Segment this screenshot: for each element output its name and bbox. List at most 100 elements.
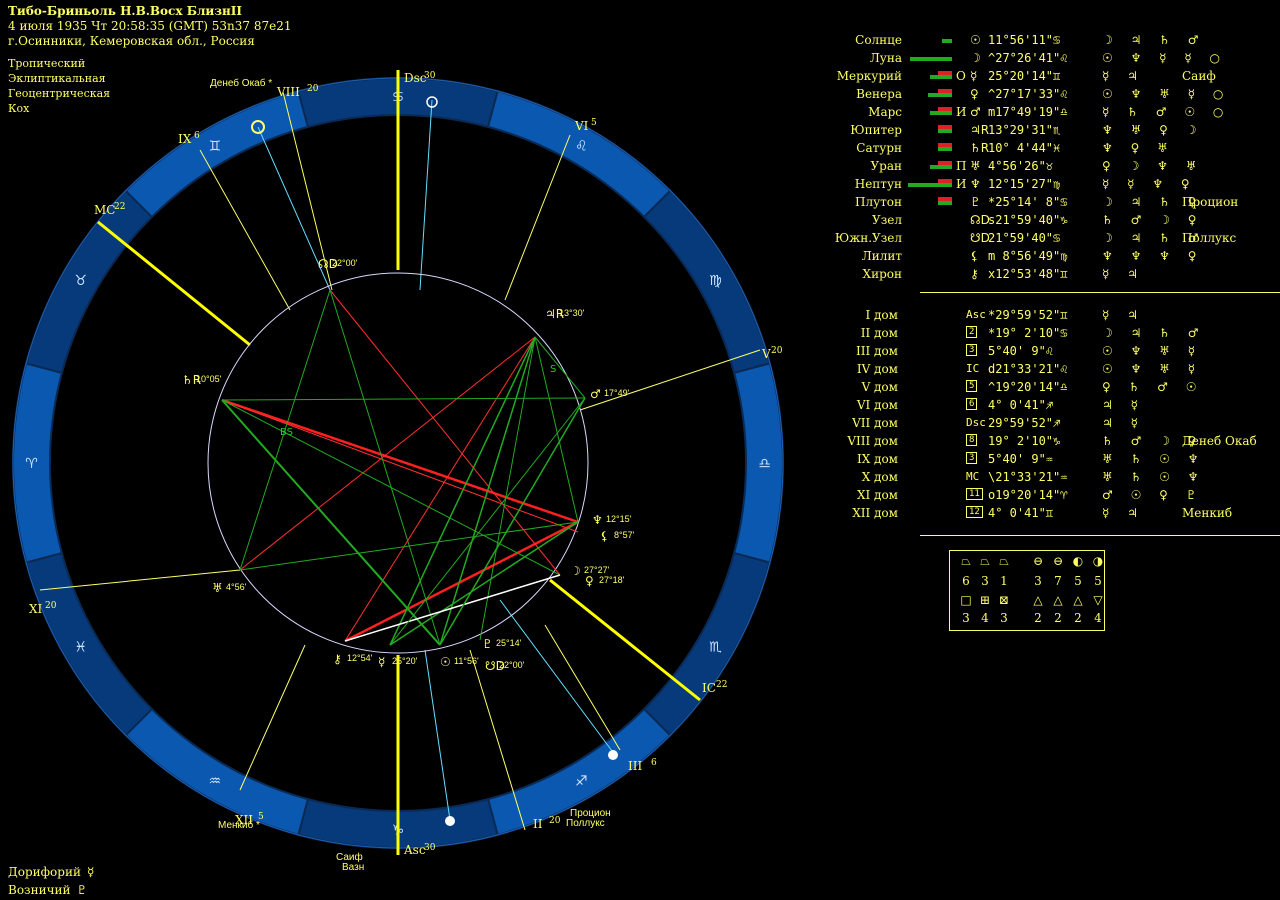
element-count: 1 (1000, 574, 1008, 588)
planet-position: x12°53'48"♊ (988, 267, 1068, 281)
planet-row: Солнце ☉ 11°56'11"♋ ☽ ♃ ♄ ♂ (840, 33, 1280, 51)
planet-strength-bar (942, 39, 952, 43)
footer-row-doryphory: Дорифорий ☿ (8, 865, 95, 879)
planet-position: 11°56'11"♋ (988, 33, 1061, 47)
quality-count: 3 (1000, 611, 1008, 625)
quality-symbol-icon: ▽ (1093, 593, 1103, 607)
planet-weakness-bar (938, 89, 952, 93)
planet-glyph-icon: ⚷ (333, 652, 342, 666)
zodiac-sign-icon: ♒ (208, 773, 221, 789)
element-symbol-icon: ⏢ (961, 554, 971, 568)
fixed-star-label: Вазн (342, 862, 364, 873)
planet-degree-label: 12°15' (606, 514, 632, 524)
star-line-3 (499, 599, 616, 756)
house-position: 4° 0'41"♊ (988, 506, 1054, 520)
aspect-line (344, 336, 536, 642)
house-code: 5 (966, 380, 978, 392)
planet-degree-label: 27°18' (599, 575, 625, 585)
house-position: ^19°20'14"♎ (988, 380, 1068, 394)
planet-name: Узел (872, 213, 902, 227)
planet-degree-label: 8°57' (614, 530, 635, 540)
house-label: II (533, 817, 543, 831)
planet-rulers: ☿ ☿ ♆ ♀ (1102, 177, 1197, 191)
house-rulers: ♀ ♄ ♂ ☉ (1102, 380, 1204, 394)
inner-circle (207, 272, 589, 654)
planet-name: Лилит (861, 249, 902, 263)
footer-row-charioteer: Возничий ♇ (8, 883, 88, 897)
aspect-line (389, 336, 536, 646)
cusp-iii (544, 624, 621, 751)
house-position: \21°33'21"♒ (988, 470, 1068, 484)
quality-count: 3 (962, 611, 970, 625)
house-position: *19° 2'10"♋ (988, 326, 1068, 340)
asc-label: Asc (403, 843, 426, 857)
planet-position: s21°59'40"♑ (988, 213, 1068, 227)
element-count: 7 (1054, 574, 1062, 588)
zodiac-segment (642, 551, 772, 737)
planet-strength-bar (908, 183, 952, 187)
zodiac-sign-icon: ♌ (575, 139, 588, 155)
house-code: 8 (966, 434, 978, 446)
planet-position: 25°20'14"♊ (988, 69, 1061, 83)
planet-strength-bar (938, 201, 952, 205)
house-degree: 5 (591, 118, 597, 128)
planet-glyph-icon: ☿ (970, 69, 978, 83)
planet-strength-bar (938, 147, 952, 151)
house-degree: 20 (771, 346, 783, 356)
planet-name: Сатурн (856, 141, 902, 155)
planet-weakness-bar (938, 143, 952, 147)
aspect-line (534, 336, 579, 523)
house-position: 19° 2'10"♑ (988, 434, 1061, 448)
planet-glyph-icon: ⚷ (970, 267, 979, 281)
house-code: 6 (966, 398, 978, 410)
star-marker (608, 750, 618, 760)
zodiac-sign-icon: ♓ (74, 639, 87, 655)
house-name: VII дом (852, 416, 898, 430)
quality-symbol-icon: ⊞ (979, 593, 991, 607)
aspect-line (221, 399, 579, 533)
house-position: 5°40' 9"♌ (988, 344, 1054, 358)
planet-glyph-icon: ♇ (482, 637, 493, 651)
planet-rulers: ☿ ♄ ♂ ☉ ○ (1102, 105, 1231, 119)
element-count: 5 (1094, 574, 1102, 588)
house-name: X дом (861, 470, 898, 484)
house-position: 29°59'52"♐ (988, 416, 1061, 430)
house-name: III дом (856, 344, 898, 358)
planet-rulers: ♀ ☽ ♆ ♅ (1102, 159, 1204, 173)
planet-weakness-bar (938, 71, 952, 75)
mc-degree: 22 (114, 202, 125, 212)
quality-symbol-icon: △ (1073, 593, 1083, 607)
house-code: Dsc (966, 416, 986, 429)
house-label: III (628, 759, 642, 773)
planet-degree-label: 17°49' (604, 388, 630, 398)
planet-glyph-icon: ☊D (970, 213, 990, 227)
planet-prefix: И (956, 177, 967, 191)
planet-row: Луна ☽ ^27°26'41"♌ ☉ ♆ ☿ ☿ ○ (840, 51, 1280, 69)
house-row: X дом MC \21°33'21"♒ ♅ ♄ ☉ ♆ (840, 470, 1280, 488)
planet-degree-label: 10°05' (196, 374, 222, 384)
planet-prefix: И (956, 105, 967, 119)
planet-fixed-star: Саиф (1182, 69, 1216, 83)
planet-rulers: ☿ ♃ (1102, 267, 1145, 281)
house-rulers: ☉ ♆ ♅ ☿ (1102, 362, 1203, 376)
house-row: VII дом Dsc 29°59'52"♐ ♃ ☿ (840, 416, 1280, 434)
planet-row: Венера ♀ ^27°17'33"♌ ☉ ♆ ♅ ☿ ○ (840, 87, 1280, 105)
planet-row: Плутон ♇ *25°14' 8"♋ ☽ ♃ ♄ ♀ Процион (840, 195, 1280, 213)
planet-row: Меркурий О ☿ 25°20'14"♊ ☿ ♃ Саиф (837, 69, 1280, 87)
house-code: 2 (966, 326, 978, 338)
planet-glyph-icon: ♆ (592, 513, 603, 527)
aspect-line (329, 289, 441, 646)
planet-degree-label: 22°00' (499, 660, 525, 670)
zodiac-sign-icon: ♈ (25, 456, 38, 472)
planet-degree-label: 11°56' (454, 656, 479, 666)
planet-position: 13°29'31"♏ (988, 123, 1061, 137)
planet-rulers: ☉ ♆ ♅ ☿ ○ (1102, 87, 1231, 101)
house-degree: 20 (549, 816, 561, 826)
house-name: I дом (865, 308, 898, 322)
house-code: MC (966, 470, 980, 483)
planet-glyph-icon: ♀ (970, 87, 979, 101)
planet-name: Луна (869, 51, 902, 65)
zodiac-sign-icon: ♉ (74, 273, 87, 289)
house-row: I дом Asc *29°59'52"♊ ☿ ♃ (840, 308, 1280, 326)
planet-weakness-bar (938, 161, 952, 165)
